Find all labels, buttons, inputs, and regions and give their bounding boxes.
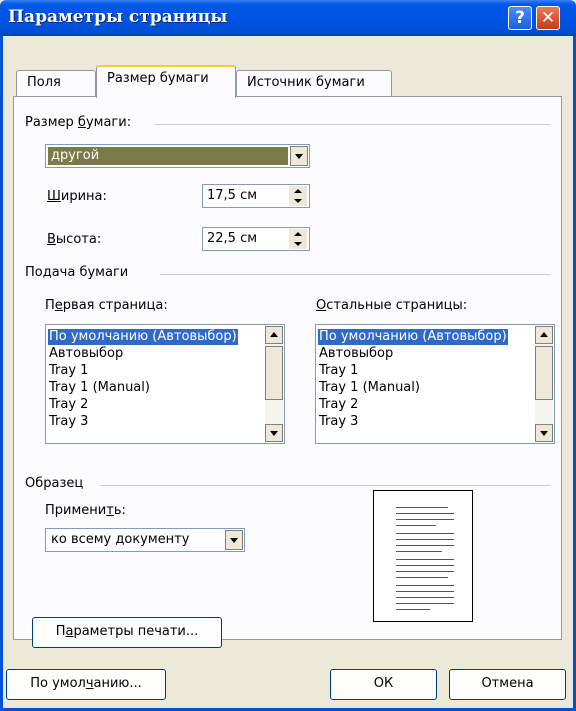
apply-value: ко всему документу (51, 532, 190, 547)
list-item[interactable]: Автовыбор (318, 346, 394, 362)
height-label: Высота: (47, 232, 102, 247)
first-page-label: Первая страница: (45, 298, 168, 313)
help-button[interactable]: ? (508, 6, 532, 30)
scrollbar[interactable] (265, 326, 283, 442)
print-options-button[interactable]: Параметры печати... (32, 617, 222, 648)
sample-group-label: Образец (25, 476, 90, 491)
height-value: 22,5 см (207, 231, 258, 246)
scroll-down-icon[interactable] (535, 424, 553, 442)
other-pages-label: Остальные страницы: (316, 298, 468, 313)
tab-paper-size-label: Размер бумаги (107, 71, 209, 86)
page-preview (373, 490, 473, 622)
list-item[interactable]: Tray 1 (48, 363, 89, 379)
list-item[interactable]: По умолчанию (Автовыбор) (48, 329, 238, 345)
scroll-up-icon[interactable] (265, 326, 283, 344)
list-item[interactable]: Tray 1 (Manual) (318, 380, 421, 396)
other-pages-listbox[interactable]: По умолчанию (Автовыбор) Автовыбор Tray … (315, 324, 555, 444)
width-spinner[interactable]: 17,5 см (202, 184, 310, 208)
list-item[interactable]: Tray 1 (Manual) (48, 380, 151, 396)
spin-up-icon[interactable] (289, 186, 307, 196)
scroll-thumb[interactable] (265, 346, 283, 400)
tab-paper-source-label: Источник бумаги (247, 75, 365, 90)
paper-size-divider (155, 124, 550, 125)
spin-up-icon[interactable] (289, 229, 307, 239)
tab-margins-label: Поля (27, 75, 61, 90)
scroll-up-icon[interactable] (535, 326, 553, 344)
chevron-down-icon[interactable] (225, 530, 243, 550)
paper-size-group-label: Размер бумаги: (25, 115, 138, 130)
tab-paper-source[interactable]: Источник бумаги (236, 70, 392, 96)
default-button[interactable]: По умолчанию... (6, 669, 166, 700)
scrollbar[interactable] (535, 326, 553, 442)
width-value: 17,5 см (207, 188, 258, 203)
list-item[interactable]: Tray 2 (318, 397, 359, 413)
width-label: Ширина: (47, 189, 107, 204)
list-item[interactable]: Tray 1 (318, 363, 359, 379)
first-page-listbox[interactable]: По умолчанию (Автовыбор) Автовыбор Tray … (45, 324, 285, 444)
paper-source-group-label: Подача бумаги (25, 265, 135, 280)
tab-paper-size[interactable]: Размер бумаги (96, 65, 236, 98)
sample-divider (100, 485, 550, 486)
paper-source-divider (160, 274, 550, 275)
scroll-down-icon[interactable] (265, 424, 283, 442)
spin-down-icon[interactable] (289, 196, 307, 206)
list-item[interactable]: Автовыбор (48, 346, 124, 362)
list-item[interactable]: По умолчанию (Автовыбор) (318, 329, 508, 345)
chevron-down-icon[interactable] (290, 146, 308, 166)
scroll-thumb[interactable] (535, 346, 553, 400)
height-spinner[interactable]: 22,5 см (202, 227, 310, 251)
spin-down-icon[interactable] (289, 239, 307, 249)
window-title: Параметры страницы (8, 7, 228, 27)
close-button[interactable]: ✕ (536, 6, 560, 30)
apply-label: Применить: (45, 503, 126, 518)
apply-select[interactable]: ко всему документу (45, 528, 245, 552)
paper-size-value: другой (48, 147, 288, 165)
ok-button[interactable]: ОК (330, 669, 437, 700)
paper-size-select[interactable]: другой (45, 144, 310, 168)
tab-margins[interactable]: Поля (16, 70, 96, 96)
list-item[interactable]: Tray 2 (48, 397, 89, 413)
cancel-button[interactable]: Отмена (449, 669, 566, 700)
list-item[interactable]: Tray 3 (48, 414, 89, 430)
list-item[interactable]: Tray 3 (318, 414, 359, 430)
